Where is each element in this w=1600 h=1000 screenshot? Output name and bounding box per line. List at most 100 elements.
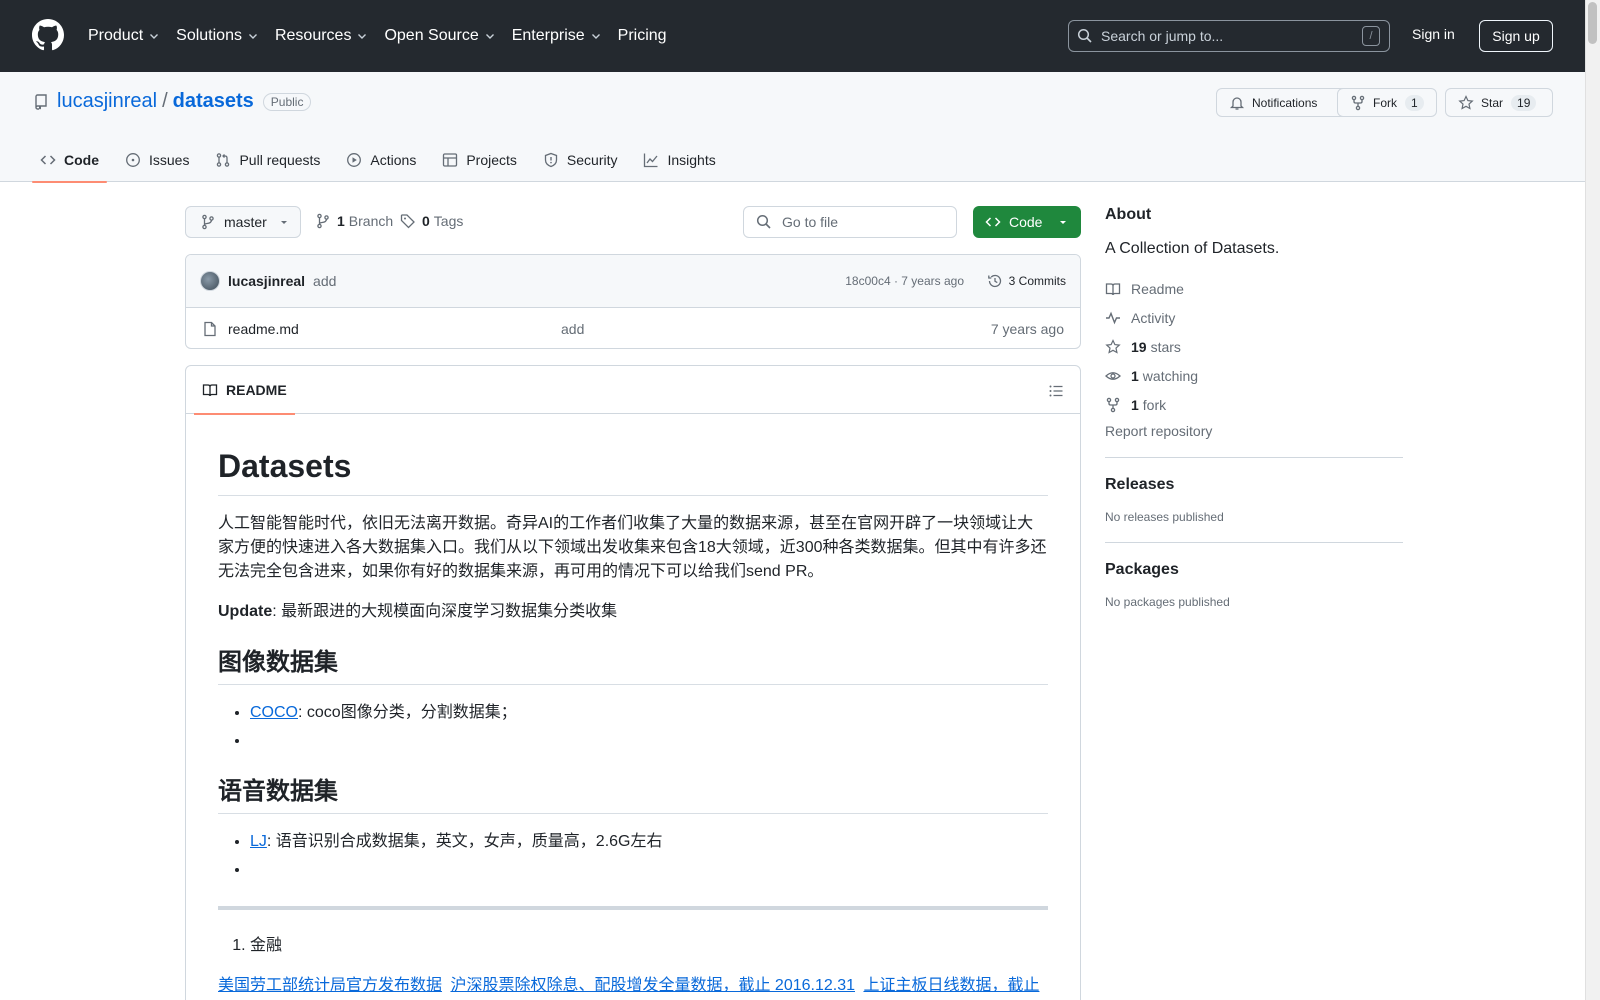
- list-item: [250, 729, 1048, 753]
- commit-message[interactable]: add: [313, 273, 336, 289]
- tab-insights[interactable]: Insights: [635, 138, 723, 182]
- branch-select-button[interactable]: master: [185, 206, 301, 238]
- scrollbar-track[interactable]: [1585, 0, 1600, 1000]
- tab-projects[interactable]: Projects: [434, 138, 525, 182]
- tag-label: Tags: [433, 213, 464, 229]
- coco-link[interactable]: COCO: [250, 704, 298, 721]
- divider: [1105, 457, 1403, 458]
- readme-link-label: Readme: [1131, 280, 1184, 297]
- tab-actions[interactable]: Actions: [338, 138, 424, 182]
- shield-icon: [544, 152, 558, 168]
- readme-link[interactable]: Readme: [1105, 274, 1403, 303]
- nav-pricing[interactable]: Pricing: [618, 27, 667, 45]
- releases-heading[interactable]: Releases: [1105, 476, 1403, 494]
- branches-link[interactable]: 1 Branch: [315, 213, 393, 229]
- graph-icon: [644, 153, 658, 168]
- tab-label: Issues: [149, 152, 190, 168]
- table-icon: [443, 153, 458, 167]
- global-header: Product Solutions Resources Open Source …: [0, 0, 1585, 72]
- finance-link[interactable]: 美国劳工部统计局官方发布数据: [218, 977, 442, 994]
- sign-up-button[interactable]: Sign up: [1479, 20, 1553, 52]
- chevron-down-icon: [591, 34, 600, 39]
- category-list: 金融: [218, 934, 1048, 958]
- list-item: 金融: [250, 934, 1048, 958]
- tab-security[interactable]: Security: [535, 138, 626, 182]
- github-logo-icon[interactable]: [32, 19, 64, 51]
- repo-forked-icon: [1351, 95, 1365, 110]
- fork-button[interactable]: Fork 1: [1337, 88, 1437, 117]
- repo-path-separator: /: [162, 90, 168, 112]
- forks-count: 1: [1131, 396, 1139, 413]
- avatar[interactable]: [200, 271, 220, 291]
- chevron-down-icon: [150, 34, 159, 39]
- repo-name-link[interactable]: datasets: [173, 90, 254, 113]
- nav-open-source[interactable]: Open Source: [384, 27, 495, 45]
- nav-resources[interactable]: Resources: [275, 27, 368, 45]
- chevron-down-icon: [248, 34, 257, 39]
- notifications-label: Notifications: [1252, 95, 1318, 110]
- global-search-input[interactable]: Search or jump to... /: [1068, 20, 1390, 52]
- code-icon: [985, 217, 1001, 227]
- search-placeholder: Search or jump to...: [1101, 28, 1224, 44]
- repo-sidebar: About A Collection of Datasets. Readme A…: [1105, 206, 1403, 609]
- file-commit-date: 7 years ago: [990, 320, 1064, 337]
- tab-label: Security: [566, 152, 618, 168]
- finance-links: 美国劳工部统计局官方发布数据 沪深股票除权除息、配股增发全量数据，截止 2016…: [218, 974, 1048, 998]
- finance-link[interactable]: 沪深股票除权除息、配股增发全量数据，截止 2016.12.31: [450, 977, 855, 994]
- watching-link[interactable]: 1 watching: [1105, 361, 1403, 390]
- forks-link[interactable]: 1 fork: [1105, 390, 1403, 419]
- sign-in-link[interactable]: Sign in: [1412, 26, 1455, 42]
- activity-link[interactable]: Activity: [1105, 303, 1403, 332]
- repo-owner-link[interactable]: lucasjinreal: [57, 90, 157, 113]
- stars-link[interactable]: 19 stars: [1105, 332, 1403, 361]
- git-branch-icon: [317, 213, 329, 229]
- finance-link[interactable]: 上证主板日线数据，截止: [863, 977, 1039, 994]
- file-toolbar: master 1 Branch 0 Tags Go to file Code: [185, 206, 1081, 238]
- nav-label: Resources: [274, 27, 352, 44]
- nav-enterprise[interactable]: Enterprise: [512, 27, 602, 45]
- issue-opened-icon: [126, 153, 140, 167]
- bell-icon: [1229, 96, 1245, 110]
- code-dropdown-button[interactable]: Code: [973, 206, 1081, 238]
- git-pull-request-icon: [217, 153, 230, 167]
- tab-issues[interactable]: Issues: [117, 138, 197, 182]
- pulse-icon: [1106, 311, 1120, 324]
- report-repository-link[interactable]: Report repository: [1105, 423, 1403, 439]
- tags-link[interactable]: 0 Tags: [400, 213, 463, 229]
- code-button-label: Code: [1009, 214, 1043, 230]
- lj-link[interactable]: LJ: [250, 833, 267, 850]
- file-name-link[interactable]: readme.md: [228, 321, 299, 337]
- releases-empty-text: No releases published: [1105, 510, 1224, 524]
- star-icon: [1458, 94, 1474, 110]
- list-unordered-icon[interactable]: [1048, 383, 1064, 399]
- tab-pull-requests[interactable]: Pull requests: [207, 138, 328, 182]
- chevron-down-icon: [358, 34, 367, 39]
- scrollbar-thumb[interactable]: [1588, 2, 1597, 44]
- repo-forked-icon: [1106, 397, 1120, 412]
- book-icon: [202, 384, 218, 397]
- nav-product[interactable]: Product: [88, 27, 160, 45]
- branch-count: 1: [337, 213, 345, 229]
- tab-label: Pull requests: [239, 152, 321, 168]
- commit-author[interactable]: lucasjinreal: [228, 273, 305, 289]
- branch-name: master: [224, 214, 267, 230]
- caret-down-icon: [1060, 221, 1067, 224]
- nav-solutions[interactable]: Solutions: [176, 27, 259, 45]
- star-count: 19: [1511, 94, 1537, 111]
- commit-hash-time[interactable]: 18c00c4 · 7 years ago: [845, 274, 964, 288]
- readme-tab[interactable]: README: [194, 366, 295, 415]
- tag-count: 0: [422, 213, 430, 229]
- packages-heading[interactable]: Packages: [1105, 561, 1403, 579]
- tab-label: Code: [64, 152, 99, 168]
- git-branch-icon: [202, 214, 214, 230]
- file-commit-message[interactable]: add: [561, 321, 584, 337]
- star-button[interactable]: Star 19: [1445, 88, 1553, 117]
- tab-code[interactable]: Code: [32, 138, 107, 183]
- tag-icon: [400, 214, 415, 229]
- star-icon: [1105, 338, 1121, 354]
- go-to-file-input[interactable]: Go to file: [743, 206, 957, 238]
- list-item: LJ: 语音识别合成数据集，英文，女声，质量高，2.6G左右: [250, 830, 1048, 854]
- image-dataset-list: COCO: coco图像分类，分割数据集；: [218, 701, 1048, 753]
- commits-link[interactable]: 3 Commits: [987, 273, 1066, 289]
- forks-label: fork: [1142, 396, 1167, 413]
